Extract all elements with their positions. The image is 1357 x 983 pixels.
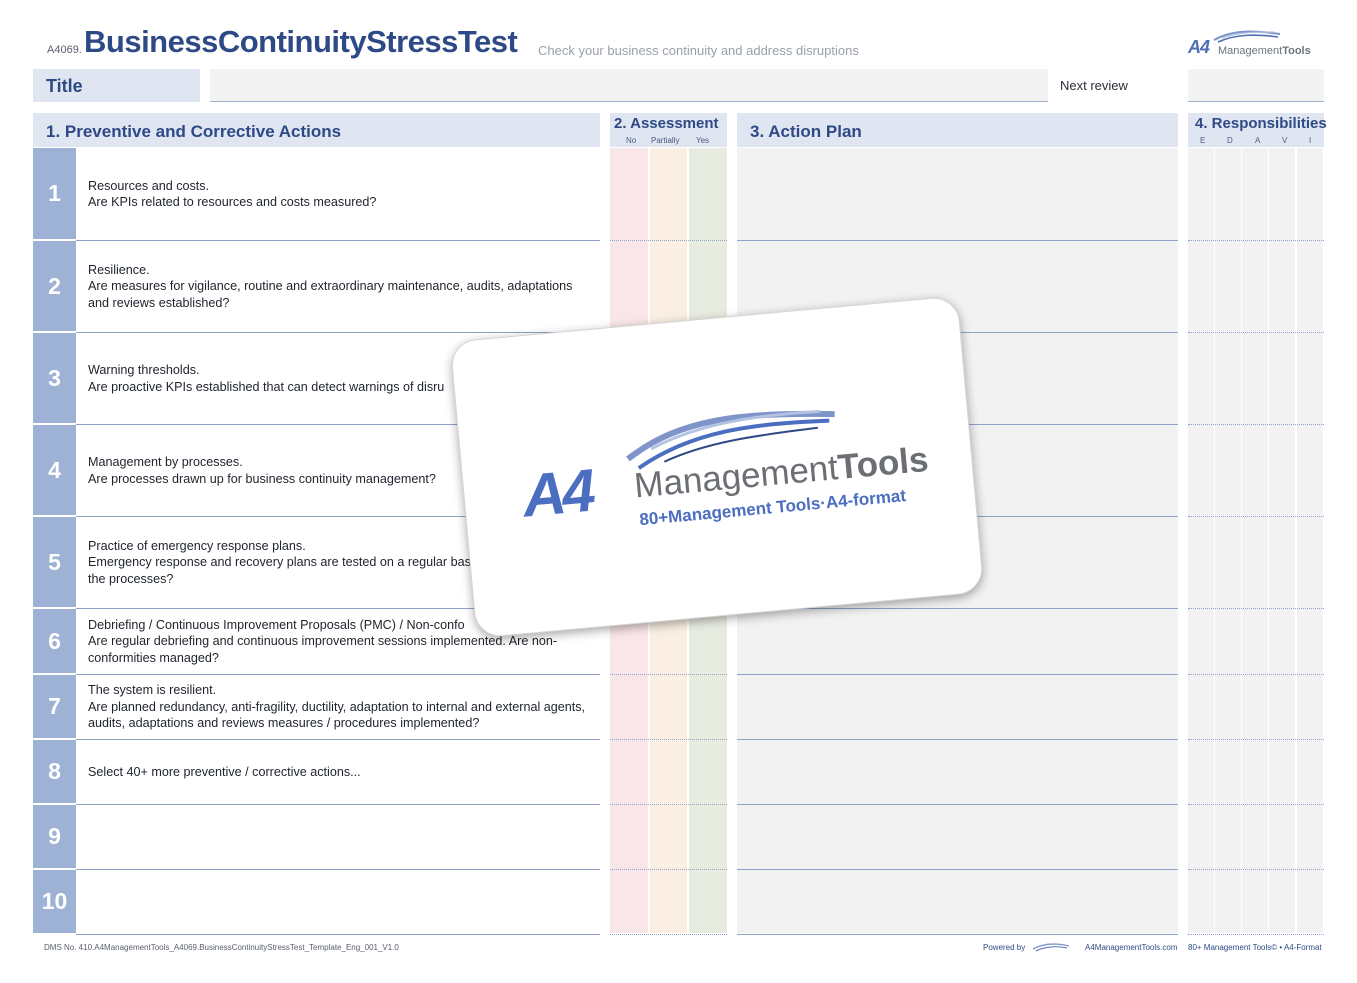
promo-logo-card: A4 ManagementTools 80+Management Tools·A… xyxy=(449,295,985,639)
question-text: Are planned redundancy, anti-fragility, … xyxy=(88,699,586,731)
question-text: Are regular debriefing and continuous im… xyxy=(88,634,558,665)
resp-col-v: V xyxy=(1282,136,1288,145)
assessment-col-no: No xyxy=(626,136,637,145)
card-a4-text: A4 xyxy=(519,456,595,530)
row-separator xyxy=(737,934,1178,935)
question-title: Resources and costs. xyxy=(88,178,210,193)
page-title: BusinessContinuityStressTest xyxy=(84,24,518,59)
resp-d-column[interactable] xyxy=(1215,148,1241,933)
row-separator xyxy=(610,869,727,870)
question-text: Are measures for vigilance, routine and … xyxy=(88,279,573,310)
footer-powered-by: Powered by xyxy=(983,943,1026,952)
question-title: The system is resilient. xyxy=(88,683,217,698)
row-separator xyxy=(737,869,1178,870)
row-separator xyxy=(1188,424,1324,425)
row-separator xyxy=(1188,804,1324,805)
row-separator xyxy=(1188,332,1324,333)
next-review-field[interactable] xyxy=(1188,69,1324,102)
row-separator xyxy=(1188,739,1324,740)
row-separator xyxy=(610,739,727,740)
row-number: 3 xyxy=(33,333,76,425)
question-cell: Resilience. Are measures for vigilance, r… xyxy=(76,241,600,333)
row-separator xyxy=(1188,674,1324,675)
row-number: 10 xyxy=(33,870,76,935)
section-actions-title: 1. Preventive and Corrective Actions xyxy=(46,122,342,141)
assessment-col-yes: Yes xyxy=(696,136,710,145)
title-label: Title xyxy=(46,76,83,96)
resp-col-d: D xyxy=(1227,136,1233,145)
footer-tagline: 80+ Management Tools© • A4-Format xyxy=(1188,943,1322,952)
row-separator xyxy=(1188,934,1324,935)
row-number: 7 xyxy=(33,675,76,740)
resp-i-column[interactable] xyxy=(1297,148,1323,933)
question-cell: Resources and costs. Are KPIs related to … xyxy=(76,148,600,241)
question-cell: Select 40+ more preventive / corrective … xyxy=(76,740,600,805)
row-separator xyxy=(610,804,727,805)
wave-logo-icon xyxy=(1213,30,1281,43)
question-cell: The system is resilient. Are planned redu… xyxy=(76,675,600,740)
resp-e-column[interactable] xyxy=(1188,148,1214,933)
row-separator xyxy=(737,739,1178,740)
row-separator xyxy=(610,674,727,675)
row-separator xyxy=(737,804,1178,805)
question-cell xyxy=(76,805,600,870)
row-number: 1 xyxy=(33,148,76,241)
resp-col-e: E xyxy=(1200,136,1206,145)
row-separator xyxy=(610,240,727,241)
question-title: Resilience. xyxy=(88,262,150,277)
resp-col-i: I xyxy=(1309,136,1312,145)
row-separator xyxy=(1188,608,1324,609)
brand-a4-text: A4 xyxy=(1188,37,1210,57)
row-number: 2 xyxy=(33,241,76,333)
question-title: Select 40+ more preventive / corrective … xyxy=(88,764,361,779)
page-subtitle: Check your business continuity and addre… xyxy=(538,43,859,58)
footer-wave-icon xyxy=(1032,943,1070,952)
row-separator xyxy=(1188,869,1324,870)
row-separator xyxy=(610,934,727,935)
brand-logo: A4 ManagementTools xyxy=(1188,28,1318,62)
row-number: 4 xyxy=(33,425,76,517)
row-separator xyxy=(1188,516,1324,517)
resp-col-a: A xyxy=(1255,136,1261,145)
question-text: Are KPIs related to resources and costs … xyxy=(88,195,377,209)
title-field[interactable] xyxy=(210,69,1048,102)
row-number: 5 xyxy=(33,517,76,609)
row-number: 6 xyxy=(33,609,76,675)
assessment-col-partially: Partially xyxy=(651,136,680,145)
next-review-label: Next review xyxy=(1060,78,1128,93)
template-code: A4069. xyxy=(47,44,82,56)
row-separator xyxy=(1188,240,1324,241)
footer-dms: DMS No. 410.A4ManagementTools_A4069.Busi… xyxy=(44,943,399,952)
row-separator xyxy=(737,674,1178,675)
question-cell xyxy=(76,870,600,935)
section-action-plan-title: 3. Action Plan xyxy=(750,122,862,141)
row-number: 8 xyxy=(33,740,76,805)
resp-a-column[interactable] xyxy=(1242,148,1268,933)
section-responsibilities-title: 4. Responsibilities xyxy=(1195,115,1327,132)
resp-v-column[interactable] xyxy=(1269,148,1295,933)
brand-name: ManagementTools xyxy=(1218,45,1311,57)
row-separator xyxy=(737,240,1178,241)
footer-website-link[interactable]: A4ManagementTools.com xyxy=(1085,943,1178,952)
section-assessment-title: 2. Assessment xyxy=(614,115,719,132)
row-number: 9 xyxy=(33,805,76,870)
